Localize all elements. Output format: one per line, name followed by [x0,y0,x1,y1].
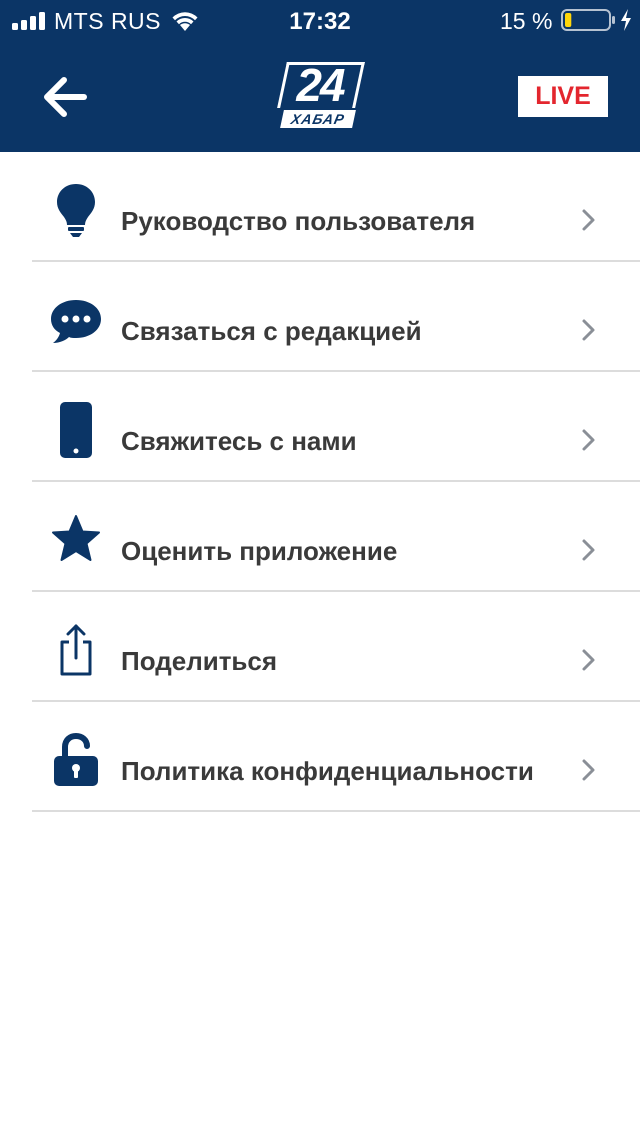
logo-number: 24 [296,59,345,111]
chevron-right-icon [582,429,595,451]
chevron-right-icon [582,319,595,341]
menu-item-user-guide[interactable]: Руководство пользователя [0,152,640,262]
menu-item-label: Свяжитесь с нами [121,426,357,456]
chevron-right-icon [582,209,595,231]
settings-menu: Руководство пользователя Связаться с ред… [0,152,640,812]
chat-bubble-icon [51,300,101,343]
khabar24-logo: 24 ХАБАР [276,59,365,132]
battery-percent: 15 % [500,8,553,34]
live-button[interactable]: LIVE [518,76,608,117]
chevron-right-icon [582,759,595,781]
menu-item-share[interactable]: Поделиться [0,592,640,702]
menu-item-rate-app[interactable]: Оценить приложение [0,482,640,592]
menu-item-label: Оценить приложение [121,536,398,566]
app-header: MTS RUS 17:32 15 % 24 ХАБАР LIVE [0,0,640,152]
lightbulb-icon [57,184,95,237]
chevron-right-icon [582,649,595,671]
menu-item-privacy-policy[interactable]: Политика конфиденциальности [0,702,640,812]
logo-word: ХАБАР [280,110,356,128]
unlock-icon [54,732,98,786]
phone-icon [60,402,92,458]
chevron-right-icon [582,539,595,561]
menu-item-label: Руководство пользователя [121,206,476,236]
status-bar: MTS RUS 17:32 15 % [0,0,640,40]
menu-item-contact-editors[interactable]: Связаться с редакцией [0,262,640,372]
menu-item-label: Связаться с редакцией [121,316,422,346]
menu-item-label: Политика конфиденциальности [121,756,534,786]
share-icon [60,624,92,676]
back-arrow-button[interactable] [40,74,90,120]
charging-bolt-icon [621,9,631,31]
menu-item-contact-us[interactable]: Свяжитесь с нами [0,372,640,482]
menu-item-label: Поделиться [121,646,278,676]
star-icon [52,515,100,561]
battery-icon [561,9,615,31]
